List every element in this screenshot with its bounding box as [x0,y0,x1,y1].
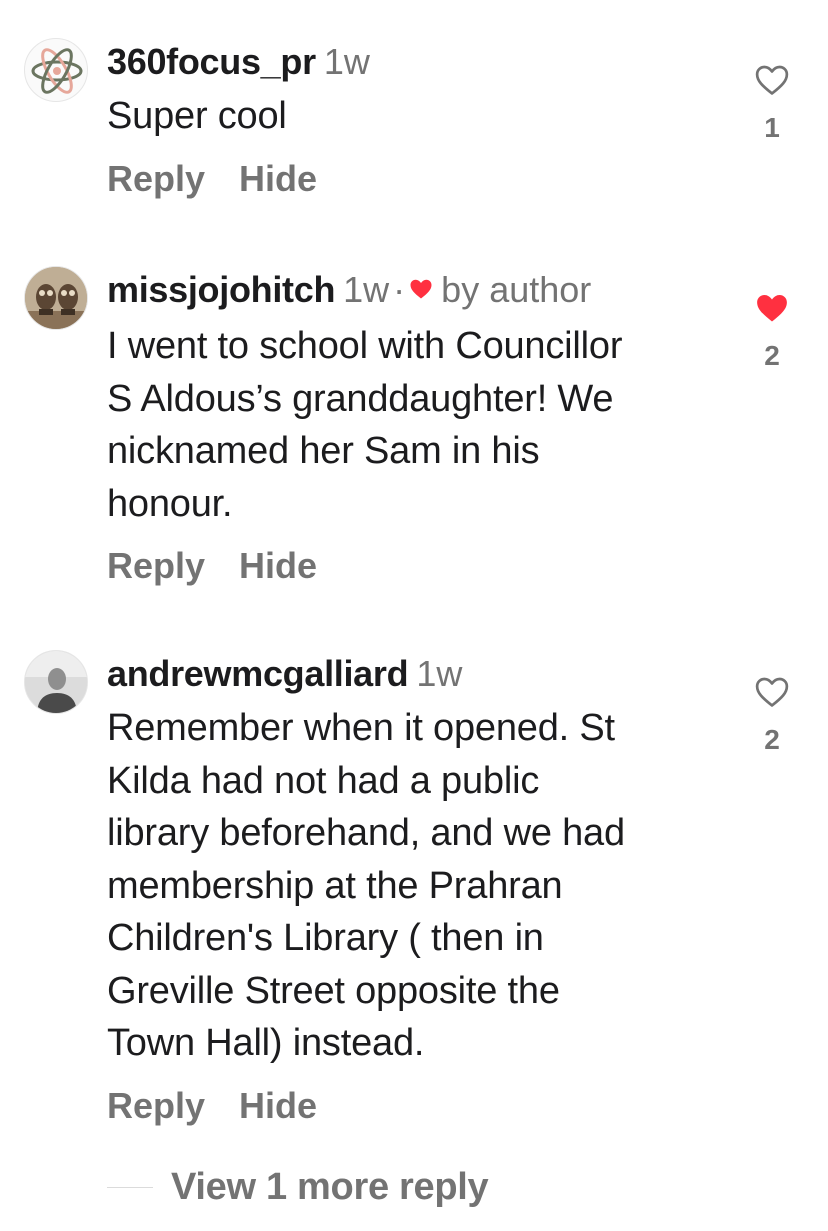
comment-meta: andrewmcgalliard 1w [107,652,707,696]
comment-meta: 360focus_pr 1w [107,40,707,84]
comment-text: Remember when it opened. St Kilda had no… [107,707,625,1064]
comment-actions: Reply Hide [107,157,707,201]
comment-actions: Reply Hide [107,1084,707,1128]
reply-button[interactable]: Reply [107,1085,205,1126]
like-control: 2 [748,292,796,372]
like-control: 1 [748,64,796,144]
hide-button[interactable]: Hide [239,545,317,586]
comment-meta: missjojohitch 1w · by author [107,268,707,314]
timestamp: 1w [416,653,463,694]
reply-button[interactable]: Reply [107,545,205,586]
by-author-label: by author [441,269,592,310]
reply-button[interactable]: Reply [107,158,205,199]
timestamp: 1w [323,41,370,82]
like-count: 1 [764,112,780,143]
username[interactable]: missjojohitch [107,269,335,310]
avatar[interactable] [24,650,88,714]
atom-logo-icon [31,48,83,94]
divider-line [107,1186,153,1189]
comment-text: I went to school with Councillor S Aldou… [107,325,623,525]
like-count: 2 [764,340,780,371]
username[interactable]: andrewmcgalliard [107,653,409,694]
comment-actions: Reply Hide [107,544,707,588]
view-more-replies-label: View 1 more reply [171,1166,489,1208]
avatar[interactable] [24,266,88,330]
owl-lamps-avatar-icon [25,267,87,329]
heart-filled-icon [409,266,433,310]
heart-outline-icon[interactable] [755,64,789,96]
view-more-replies-button[interactable]: View 1 more reply [107,1166,489,1209]
heart-outline-icon[interactable] [755,676,789,708]
like-count: 2 [764,724,780,755]
hide-button[interactable]: Hide [239,158,317,199]
user-photo-avatar-icon [25,651,87,713]
like-control: 2 [748,676,796,756]
comment-text: Super cool [107,95,287,137]
timestamp: 1w [343,269,390,310]
hide-button[interactable]: Hide [239,1085,317,1126]
heart-filled-icon[interactable] [755,292,789,324]
username[interactable]: 360focus_pr [107,41,316,82]
separator-dot: · [393,269,406,310]
avatar[interactable] [24,38,88,102]
